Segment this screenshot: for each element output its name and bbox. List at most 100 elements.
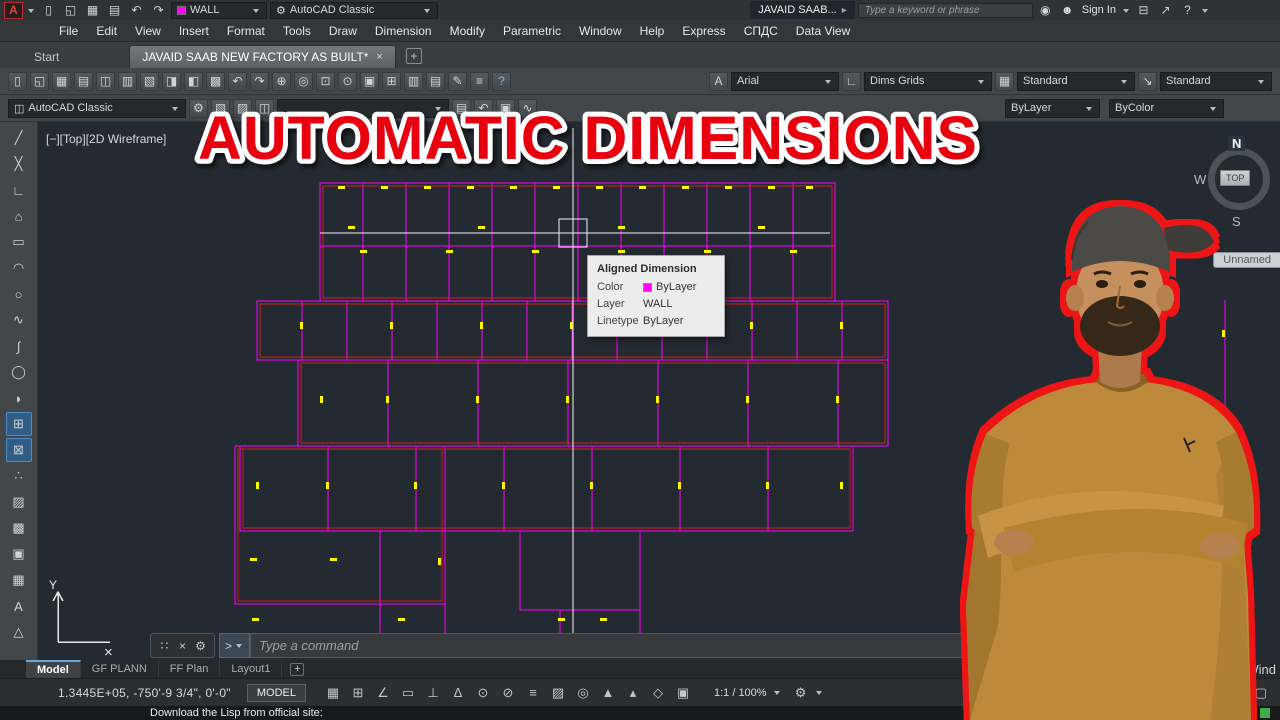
ortho-mode-icon[interactable]: ⊥ — [422, 683, 444, 703]
quick-properties-icon[interactable]: ▣ — [672, 683, 694, 703]
hatch-icon[interactable]: ▨ — [6, 490, 32, 514]
region-icon[interactable]: ▣ — [6, 542, 32, 566]
menu-data-view[interactable]: Data View — [787, 20, 859, 42]
redo-icon[interactable]: ↷ — [250, 71, 269, 91]
table-icon[interactable]: ▦ — [6, 568, 32, 592]
customize-command-icon[interactable]: ⚙ — [193, 636, 208, 655]
scale-tool-icon[interactable]: △ — [6, 620, 32, 644]
menu-draw[interactable]: Draw — [320, 20, 366, 42]
sign-in-button[interactable]: Sign In — [1082, 4, 1116, 16]
new-drawing-tab-button[interactable]: + — [405, 48, 422, 64]
copy-icon[interactable]: ◨ — [162, 71, 181, 91]
user-avatar-icon[interactable]: ☻ — [1058, 1, 1077, 20]
construction-line-icon[interactable]: ╳ — [6, 152, 32, 176]
dynamic-input-icon[interactable]: ▭ — [397, 683, 419, 703]
polar-tracking-icon[interactable]: ∆ — [447, 683, 469, 703]
menu-help[interactable]: Help — [631, 20, 674, 42]
spline-icon[interactable]: ∫ — [6, 334, 32, 358]
tab-drawing-active[interactable]: JAVAID SAAB NEW FACTORY AS BUILT* × — [129, 45, 396, 68]
quick-calc-icon[interactable]: ≡ — [470, 71, 489, 91]
revision-cloud-icon[interactable]: ∿ — [6, 308, 32, 332]
new-file-icon[interactable]: ▯ — [39, 1, 58, 20]
cart-icon[interactable]: ⊟ — [1134, 1, 1153, 20]
mleader-style-combo[interactable]: Standard — [1160, 71, 1272, 91]
dim-style-combo[interactable]: Dims Grids — [864, 71, 992, 91]
match-properties-icon[interactable]: ▩ — [206, 71, 225, 91]
menu-dimension[interactable]: Dimension — [366, 20, 441, 42]
snap-mode-icon[interactable]: ⊞ — [347, 683, 369, 703]
make-block-icon[interactable]: ⊠ — [5, 438, 32, 462]
menu-modify[interactable]: Modify — [441, 20, 494, 42]
polyline-icon[interactable]: ∟ — [6, 178, 32, 202]
dim-style-icon[interactable]: ∟ — [842, 71, 861, 91]
open-file-icon[interactable]: ◱ — [30, 71, 49, 91]
undo-icon[interactable]: ↶ — [127, 1, 146, 20]
text-style-icon[interactable]: A — [709, 71, 728, 91]
command-input[interactable] — [250, 633, 998, 658]
point-icon[interactable]: ∴ — [6, 464, 32, 488]
circle-icon[interactable]: ○ — [6, 282, 32, 306]
zoom-previous-icon[interactable]: ⊙ — [338, 71, 357, 91]
table-style-combo[interactable]: Standard — [1017, 71, 1135, 91]
menu-express[interactable]: Express — [673, 20, 734, 42]
zoom-realtime-icon[interactable]: ◎ — [294, 71, 313, 91]
exchange-apps-icon[interactable]: ◉ — [1036, 1, 1055, 20]
tab-layout1[interactable]: Layout1 — [220, 660, 283, 678]
insert-block-icon[interactable]: ⊞ — [5, 412, 32, 436]
rectangle-icon[interactable]: ▭ — [6, 230, 32, 254]
zoom-window-icon[interactable]: ⊡ — [316, 71, 335, 91]
search-input[interactable] — [857, 2, 1033, 18]
redo-icon[interactable]: ↷ — [149, 1, 168, 20]
close-tab-icon[interactable]: × — [376, 51, 382, 63]
close-command-icon[interactable]: × — [175, 636, 190, 655]
menu-window[interactable]: Window — [570, 20, 631, 42]
ellipse-arc-icon[interactable]: ◗ — [6, 386, 32, 410]
command-prompt[interactable]: > — [219, 633, 251, 658]
command-grip-icon[interactable]: ∷ — [157, 636, 172, 655]
object-snap-icon[interactable]: ⊙ — [472, 683, 494, 703]
cut-icon[interactable]: ▧ — [140, 71, 159, 91]
classic-workspace-combo[interactable]: ⚙ AutoCAD Classic — [270, 1, 438, 19]
paste-icon[interactable]: ◧ — [184, 71, 203, 91]
annotation-scale-combo[interactable]: 1:1 / 100% — [708, 685, 788, 701]
menu-parametric[interactable]: Parametric — [494, 20, 570, 42]
markup-set-manager-icon[interactable]: ✎ — [448, 71, 467, 91]
tab-ff-plan[interactable]: FF Plan — [159, 660, 221, 678]
workspace-switch-combo[interactable]: ◫ AutoCAD Classic — [8, 98, 186, 118]
menu-tools[interactable]: Tools — [274, 20, 320, 42]
transparency-icon[interactable]: ▨ — [547, 683, 569, 703]
viewport-controls[interactable]: [−][Top][2D Wireframe] — [46, 132, 166, 146]
workspace-gear-icon[interactable]: ⚙ — [790, 683, 812, 703]
infer-constraints-icon[interactable]: ∠ — [372, 683, 394, 703]
menu-insert[interactable]: Insert — [170, 20, 218, 42]
menu-spds[interactable]: СПДС — [735, 20, 787, 42]
object-snap-tracking-icon[interactable]: ⊘ — [497, 683, 519, 703]
workspace-combo[interactable]: WALL — [171, 1, 267, 19]
lineweight-display-icon[interactable]: ≡ — [522, 683, 544, 703]
properties-palette-icon[interactable]: ▣ — [360, 71, 379, 91]
units-icon[interactable]: ◇ — [647, 683, 669, 703]
menu-format[interactable]: Format — [218, 20, 274, 42]
plot-preview-icon[interactable]: ◫ — [96, 71, 115, 91]
polygon-icon[interactable]: ⌂ — [6, 204, 32, 228]
annotation-visibility-icon[interactable]: ▲ — [597, 683, 619, 703]
design-center-icon[interactable]: ⊞ — [382, 71, 401, 91]
grid-display-icon[interactable]: ▦ — [322, 683, 344, 703]
autoscale-icon[interactable]: ▴ — [622, 683, 644, 703]
tab-gf-plann[interactable]: GF PLANN — [81, 660, 159, 678]
ellipse-icon[interactable]: ◯ — [6, 360, 32, 384]
share-icon[interactable]: ↗ — [1156, 1, 1175, 20]
multiline-text-icon[interactable]: A — [6, 594, 32, 618]
tool-palettes-icon[interactable]: ▥ — [404, 71, 423, 91]
publish-icon[interactable]: ▥ — [118, 71, 137, 91]
document-tab[interactable]: JAVAID SAAB... ▸ — [750, 1, 855, 19]
help-icon-toolbar[interactable]: ? — [492, 71, 511, 91]
table-style-icon[interactable]: ▦ — [995, 71, 1014, 91]
menu-edit[interactable]: Edit — [87, 20, 126, 42]
menu-view[interactable]: View — [126, 20, 170, 42]
undo-icon[interactable]: ↶ — [228, 71, 247, 91]
help-icon[interactable]: ? — [1178, 1, 1197, 20]
autocad-logo-icon[interactable]: A — [4, 1, 23, 19]
model-space-button[interactable]: MODEL — [246, 683, 306, 702]
new-file-icon[interactable]: ▯ — [8, 71, 27, 91]
